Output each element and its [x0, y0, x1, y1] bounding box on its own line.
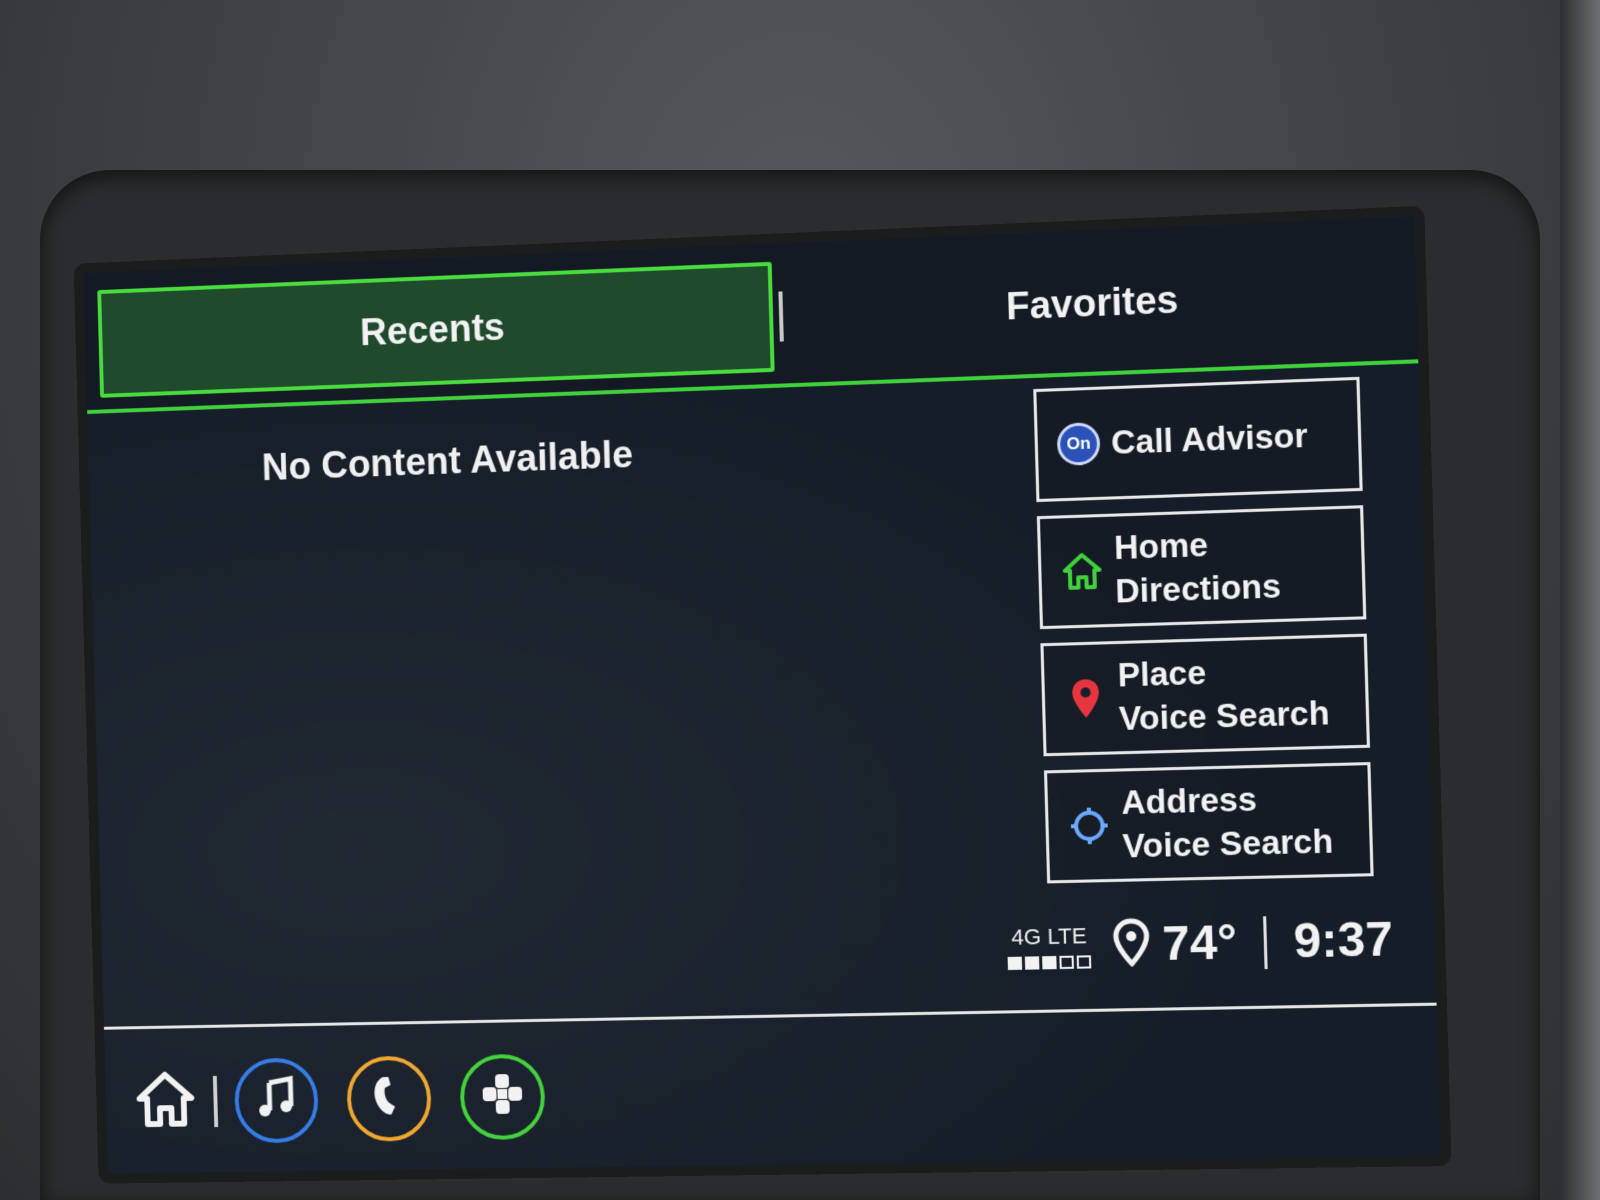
- signal-bar: [1076, 955, 1092, 969]
- tab-divider: [778, 291, 784, 342]
- clock: 9:37: [1292, 912, 1394, 969]
- phone-icon: [369, 1073, 409, 1124]
- home-icon: [135, 1115, 197, 1133]
- address-target-icon: [1062, 806, 1116, 846]
- outside-temperature: 74°: [1161, 915, 1238, 972]
- signal-bar: [1007, 956, 1023, 971]
- place-voice-search-button[interactable]: Place Voice Search: [1040, 633, 1370, 757]
- network-type: 4G LTE: [1010, 923, 1088, 950]
- signal-bar: [1059, 955, 1075, 970]
- call-advisor-label: Call Advisor: [1110, 415, 1309, 461]
- infotainment-screen: Recents Favorites No Content Available O…: [83, 216, 1441, 1174]
- call-advisor-button[interactable]: On Call Advisor: [1033, 376, 1363, 503]
- phone-button[interactable]: [345, 1055, 433, 1142]
- cellular-signal: 4G LTE: [1007, 923, 1092, 971]
- signal-bar: [1042, 955, 1058, 970]
- signal-bar: [1025, 956, 1040, 970]
- status-divider: [1262, 915, 1268, 969]
- music-note-icon: [253, 1075, 299, 1126]
- place-voice-search-label: Place Voice Search: [1117, 653, 1330, 738]
- quick-actions: On Call Advisor Home Directions Place Vo…: [1033, 376, 1376, 898]
- signal-bars: [1007, 955, 1092, 971]
- empty-state-message: No Content Available: [261, 434, 634, 490]
- home-button[interactable]: [134, 1070, 197, 1133]
- location-pin-icon: [1059, 677, 1113, 721]
- tab-recents-label: Recents: [359, 306, 506, 354]
- tab-favorites-label: Favorites: [1005, 278, 1179, 329]
- location-icon: [1113, 918, 1151, 972]
- home-directions-button[interactable]: Home Directions: [1036, 505, 1367, 630]
- apps-icon: [478, 1070, 527, 1123]
- home-directions-label: Home Directions: [1113, 525, 1282, 610]
- home-icon: [1055, 551, 1109, 591]
- apps-button[interactable]: [459, 1053, 546, 1140]
- address-voice-search-label: Address Voice Search: [1120, 780, 1334, 865]
- audio-button[interactable]: [233, 1056, 320, 1143]
- address-voice-search-button[interactable]: Address Voice Search: [1043, 762, 1374, 884]
- dashboard-edge: [1560, 0, 1600, 1200]
- tab-recents[interactable]: Recents: [97, 261, 775, 398]
- tab-favorites[interactable]: Favorites: [788, 235, 1403, 371]
- dock-separator: [212, 1075, 219, 1127]
- bottom-dock: [104, 1008, 1441, 1174]
- status-area: 4G LTE 74° 9:37: [1007, 912, 1394, 976]
- onstar-icon: On: [1052, 422, 1106, 466]
